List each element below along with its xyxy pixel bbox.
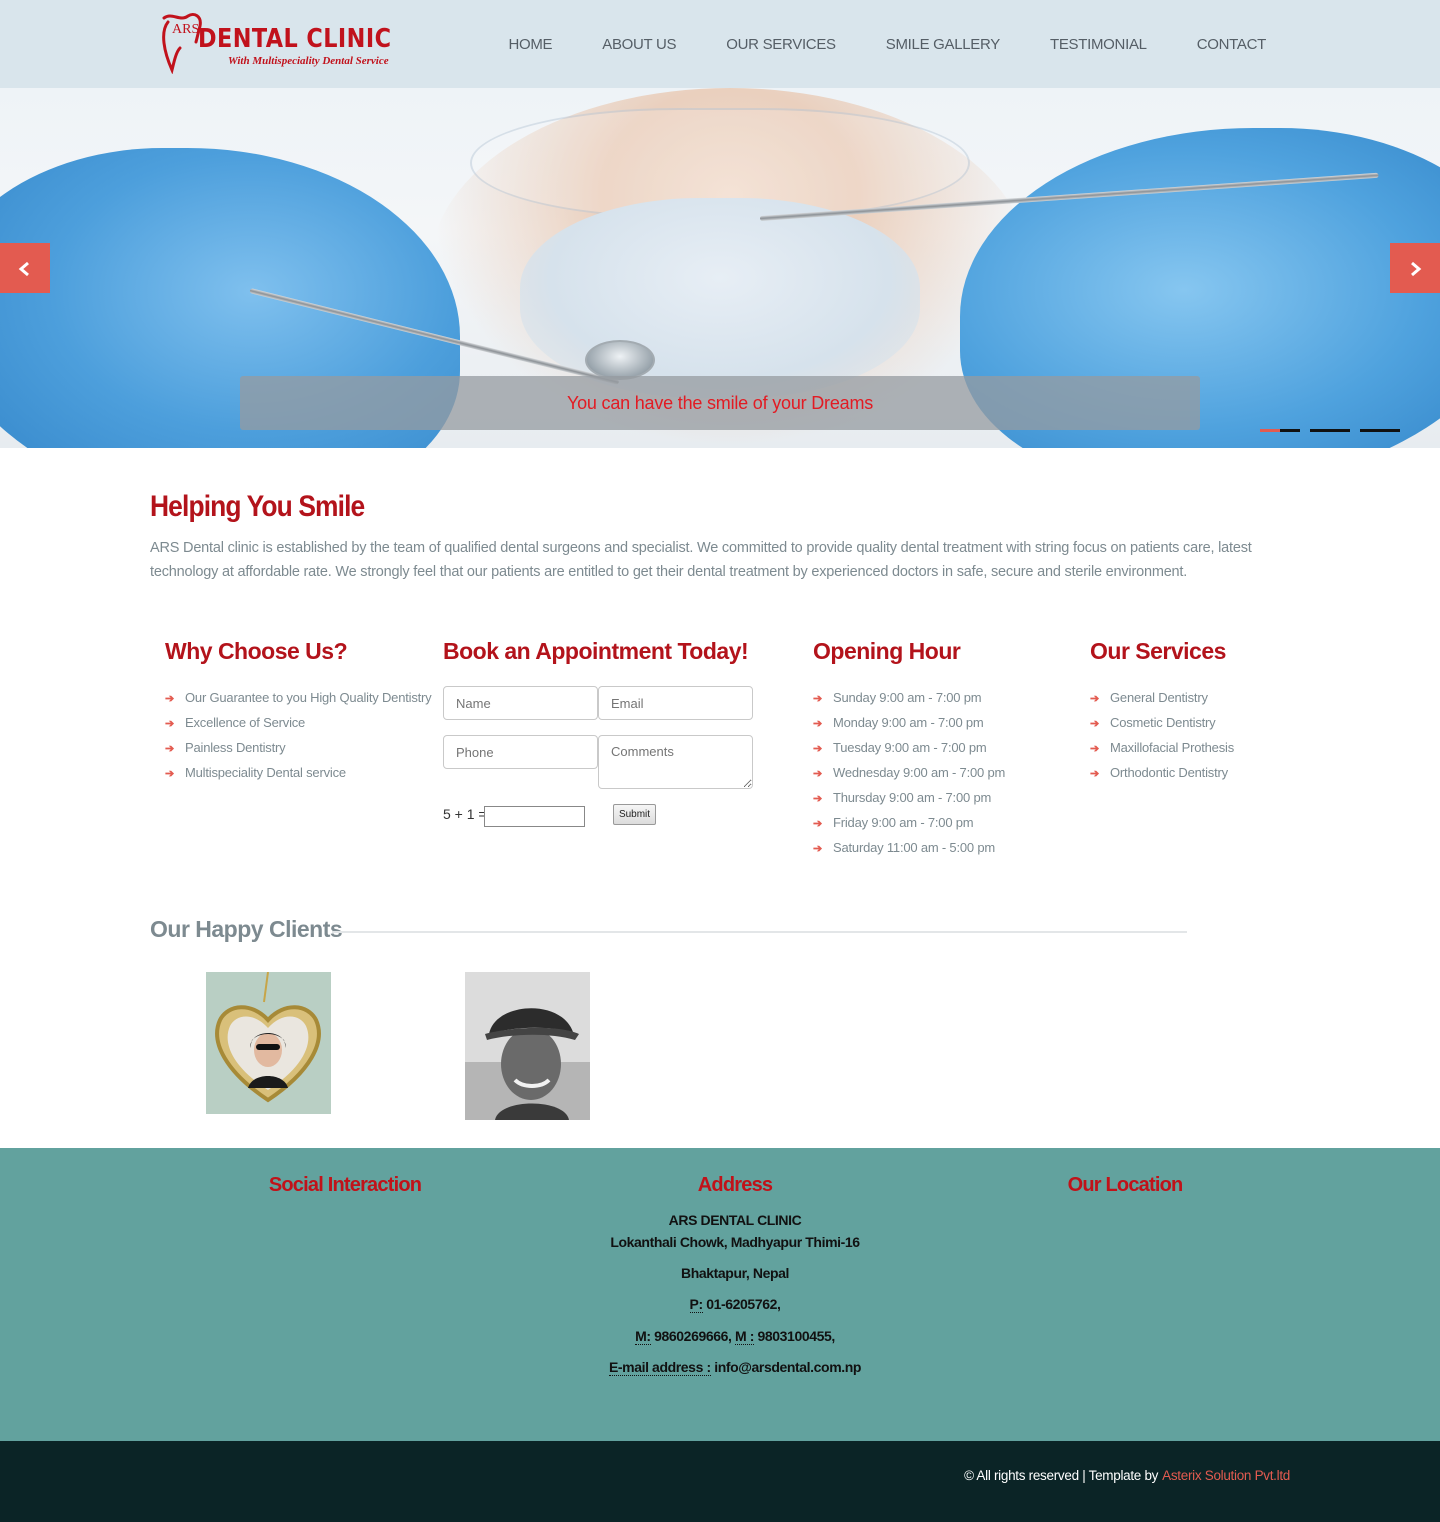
chevron-right-icon: ➔: [813, 693, 823, 705]
nav-about-us[interactable]: ABOUT US: [602, 36, 676, 53]
chevron-right-icon: ➔: [813, 818, 823, 830]
services-list: ➔ General Dentistry ➔ Cosmetic Dentistry ➔…: [1090, 687, 1234, 787]
list-item: ➔ Saturday 11:00 am - 5:00 pm: [813, 837, 1005, 862]
slider-prev-button[interactable]: [0, 243, 50, 293]
hero-dental-mirror: [585, 340, 655, 380]
intro-paragraph: ARS Dental clinic is established by the …: [150, 540, 1252, 580]
client-photo-1[interactable]: [206, 972, 331, 1114]
clinic-logo[interactable]: ARS DENTAL CLINIC With Multispeciality D…: [158, 12, 398, 74]
list-item: ➔ Monday 9:00 am - 7:00 pm: [813, 712, 1005, 737]
submit-button[interactable]: Submit: [613, 804, 656, 825]
section-divider: [332, 931, 1187, 933]
chevron-right-icon: ➔: [1090, 718, 1100, 730]
chevron-right-icon: ➔: [165, 718, 175, 730]
chevron-right-icon: ➔: [1090, 693, 1100, 705]
name-field[interactable]: [443, 686, 598, 720]
mobile-number-2[interactable]: 9803100455,: [758, 1328, 836, 1344]
chevron-right-icon: ➔: [813, 793, 823, 805]
nav-our-services[interactable]: OUR SERVICES: [726, 36, 836, 53]
chevron-right-icon: [1407, 255, 1423, 280]
logo-prefix: ARS: [172, 22, 200, 37]
why-choose-heading: Why Choose Us?: [165, 638, 348, 664]
slider-indicator-3[interactable]: [1360, 429, 1400, 432]
site-header: ARS DENTAL CLINIC With Multispeciality D…: [0, 0, 1440, 88]
street-address: Lokanthali Chowk, Madhyapur Thimi-16: [610, 1234, 860, 1250]
list-item: ➔ Friday 9:00 am - 7:00 pm: [813, 812, 1005, 837]
chevron-right-icon: ➔: [813, 718, 823, 730]
list-item: ➔ Excellence of Service: [165, 712, 431, 737]
heart-locket-portrait: [206, 972, 331, 1114]
chevron-right-icon: ➔: [813, 743, 823, 755]
logo-subtitle: With Multispeciality Dental Service: [228, 55, 389, 67]
why-choose-list: ➔ Our Guarantee to you High Quality Denti…: [165, 687, 432, 787]
man-cap-portrait: [465, 972, 590, 1120]
email-field[interactable]: [598, 686, 753, 720]
appointment-heading: Book an Appointment Today!: [443, 638, 749, 664]
phone-number[interactable]: 01-6205762,: [706, 1296, 781, 1312]
email-address[interactable]: info@arsdental.com.np: [714, 1359, 861, 1375]
email-line: E-mail address : info@arsdental.com.np: [540, 1359, 930, 1376]
chevron-right-icon: ➔: [165, 693, 175, 705]
captcha-question: 5 + 1 =: [443, 806, 487, 822]
chevron-right-icon: ➔: [813, 843, 823, 855]
slider-indicators: [1250, 429, 1400, 432]
slide-caption: You can have the smile of your Dreams: [566, 393, 874, 413]
list-item: ➔ Multispeciality Dental service: [165, 762, 431, 787]
phone-field[interactable]: [443, 735, 598, 769]
mobile-label-2: M :: [735, 1328, 755, 1345]
client-photo-2[interactable]: [465, 972, 590, 1120]
mobile-label: M:: [635, 1328, 651, 1345]
copyright-text: © All rights reserved | Template by Aster…: [964, 1468, 1290, 1483]
list-item[interactable]: ➔ General Dentistry: [1090, 687, 1234, 712]
slider-indicator-1[interactable]: [1260, 429, 1300, 432]
list-item: ➔ Tuesday 9:00 am - 7:00 pm: [813, 737, 1005, 762]
clinic-name: ARS DENTAL CLINIC: [668, 1212, 802, 1228]
captcha-answer-input[interactable]: [484, 806, 585, 827]
nav-home[interactable]: HOME: [508, 36, 552, 53]
list-item: ➔ Our Guarantee to you High Quality Denti…: [165, 687, 432, 712]
hero-surgical-mask: [520, 198, 920, 398]
phone-line: P: 01-6205762,: [540, 1296, 930, 1313]
intro-heading: Helping You Smile: [150, 490, 365, 523]
opening-hours-list: ➔ Sunday 9:00 am - 7:00 pm ➔ Monday 9:00 a…: [813, 687, 1005, 862]
list-item[interactable]: ➔ Cosmetic Dentistry: [1090, 712, 1234, 737]
slide-caption-box: You can have the smile of your Dreams: [240, 376, 1200, 430]
list-item[interactable]: ➔ Maxillofacial Prothesis: [1090, 737, 1234, 762]
opening-hours-heading: Opening Hour: [813, 638, 961, 664]
nav-contact[interactable]: CONTACT: [1197, 36, 1267, 53]
list-item[interactable]: ➔ Orthodontic Dentistry: [1090, 762, 1234, 787]
list-item: ➔ Thursday 9:00 am - 7:00 pm: [813, 787, 1005, 812]
list-item: ➔ Sunday 9:00 am - 7:00 pm: [813, 687, 1005, 712]
chevron-left-icon: [17, 255, 33, 280]
site-footer: Social Interaction Address Our Location …: [0, 1148, 1440, 1441]
main-nav: HOME ABOUT US OUR SERVICES SMILE GALLERY…: [458, 0, 1266, 88]
our-location-heading: Our Location: [1067, 1174, 1184, 1196]
social-interaction-heading: Social Interaction: [268, 1174, 422, 1196]
nav-testimonial[interactable]: TESTIMONIAL: [1050, 36, 1147, 53]
email-label: E-mail address :: [608, 1359, 711, 1376]
city-address: Bhaktapur, Nepal: [681, 1265, 789, 1281]
template-author-link[interactable]: Asterix Solution Pvt.ltd: [1162, 1468, 1290, 1483]
copyright-label: © All rights reserved | Template by: [964, 1468, 1159, 1483]
address-heading: Address: [697, 1174, 773, 1196]
list-item: ➔ Painless Dentistry: [165, 737, 431, 762]
nav-smile-gallery[interactable]: SMILE GALLERY: [886, 36, 1001, 53]
happy-clients-heading: Our Happy Clients: [150, 916, 343, 942]
chevron-right-icon: ➔: [1090, 743, 1100, 755]
list-item: ➔ Wednesday 9:00 am - 7:00 pm: [813, 762, 1005, 787]
mobile-line: M: 9860269666, M : 9803100455,: [540, 1328, 930, 1345]
slider-indicator-2[interactable]: [1310, 429, 1350, 432]
chevron-right-icon: ➔: [165, 743, 175, 755]
slider-next-button[interactable]: [1390, 243, 1440, 293]
services-heading: Our Services: [1090, 638, 1226, 664]
comments-field[interactable]: [598, 735, 753, 789]
hero-slider: You can have the smile of your Dreams: [0, 88, 1440, 448]
logo-title: DENTAL CLINIC: [198, 24, 392, 54]
mobile-number-1[interactable]: 9860269666,: [654, 1328, 732, 1344]
chevron-right-icon: ➔: [813, 768, 823, 780]
chevron-right-icon: ➔: [165, 768, 175, 780]
chevron-right-icon: ➔: [1090, 768, 1100, 780]
phone-label: P:: [689, 1296, 703, 1313]
